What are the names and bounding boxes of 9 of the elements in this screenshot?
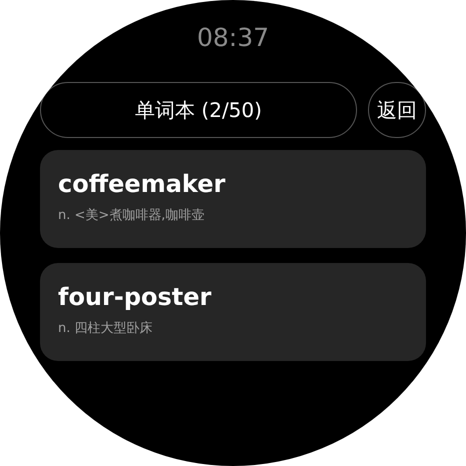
word-card[interactable]: four-poster n. 四柱大型卧床 [40, 263, 426, 361]
wordbook-title: 单词本 (2/50) [40, 82, 357, 138]
back-button[interactable]: 返回 [368, 82, 426, 138]
word-text: four-poster [58, 282, 212, 313]
word-definition: n. <美>煮咖啡器,咖啡壶 [58, 207, 204, 225]
word-definition: n. 四柱大型卧床 [58, 320, 153, 338]
word-card[interactable]: coffeemaker n. <美>煮咖啡器,咖啡壶 [40, 150, 426, 248]
word-text: coffeemaker [58, 169, 226, 200]
clock-time: 08:37 [196, 22, 270, 54]
